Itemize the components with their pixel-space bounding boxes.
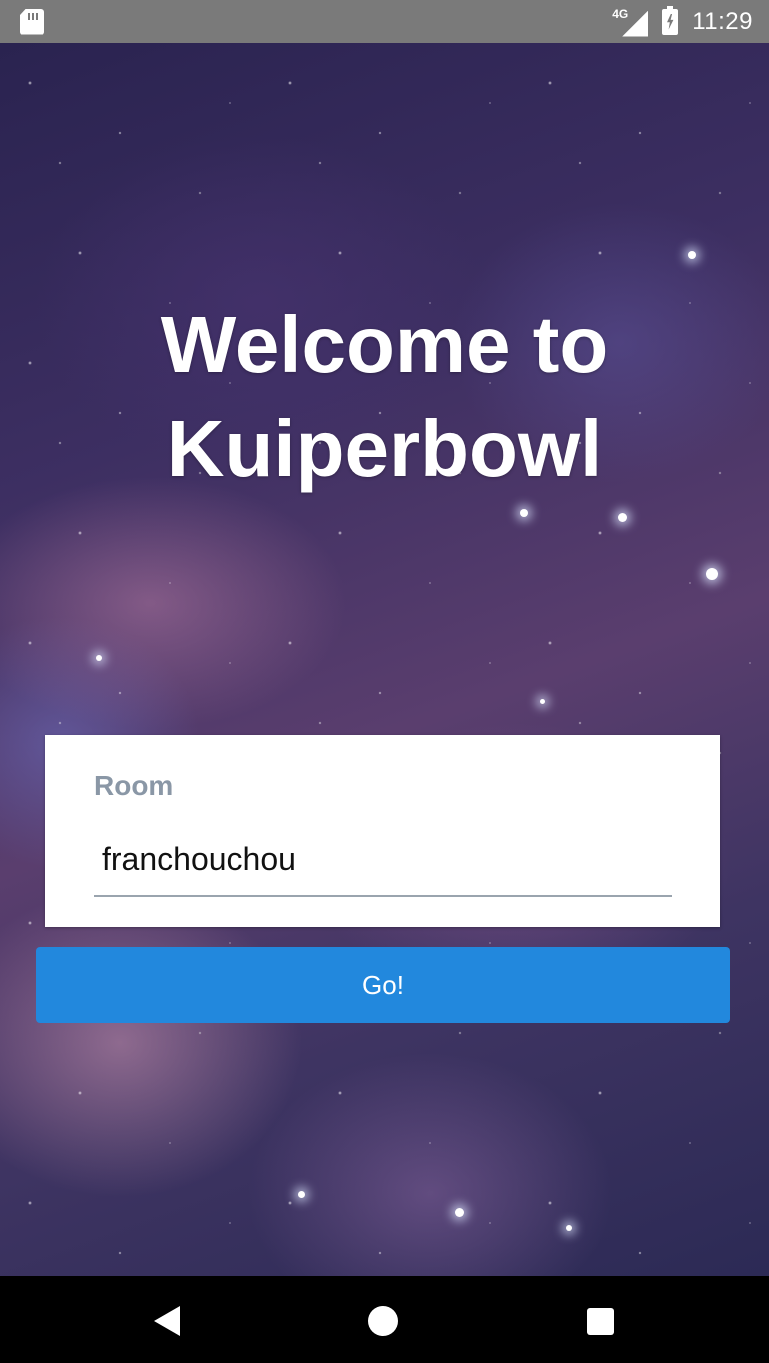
- room-input[interactable]: [94, 823, 672, 897]
- status-bar: 4G 11:29: [0, 0, 769, 43]
- back-icon[interactable]: [154, 1306, 180, 1336]
- status-time: 11:29: [692, 7, 753, 35]
- star: [618, 513, 627, 522]
- galaxy-background: [0, 43, 769, 1276]
- recents-icon[interactable]: [587, 1308, 614, 1335]
- star: [566, 1225, 572, 1231]
- welcome-line-2: Kuiperbowl: [166, 404, 603, 493]
- star: [706, 568, 718, 580]
- status-indicators: 4G 11:29: [612, 5, 753, 37]
- star: [298, 1191, 305, 1198]
- go-button[interactable]: Go!: [36, 947, 730, 1023]
- star: [688, 251, 696, 259]
- navigation-bar: [0, 1276, 769, 1363]
- welcome-line-1: Welcome to: [160, 300, 609, 389]
- room-label: Room: [94, 770, 174, 801]
- battery-charging-icon: [662, 5, 679, 35]
- home-icon[interactable]: [368, 1306, 398, 1336]
- signal-indicator: 4G: [612, 6, 649, 37]
- network-type-label: 4G: [612, 6, 629, 21]
- star: [540, 699, 545, 704]
- sd-card-icon: [20, 8, 44, 35]
- welcome-title: Welcome to Kuiperbowl: [0, 293, 769, 501]
- star: [96, 655, 102, 661]
- star-field: [0, 43, 769, 1276]
- room-card: Room: [45, 735, 720, 927]
- star: [520, 509, 528, 517]
- star: [455, 1208, 464, 1217]
